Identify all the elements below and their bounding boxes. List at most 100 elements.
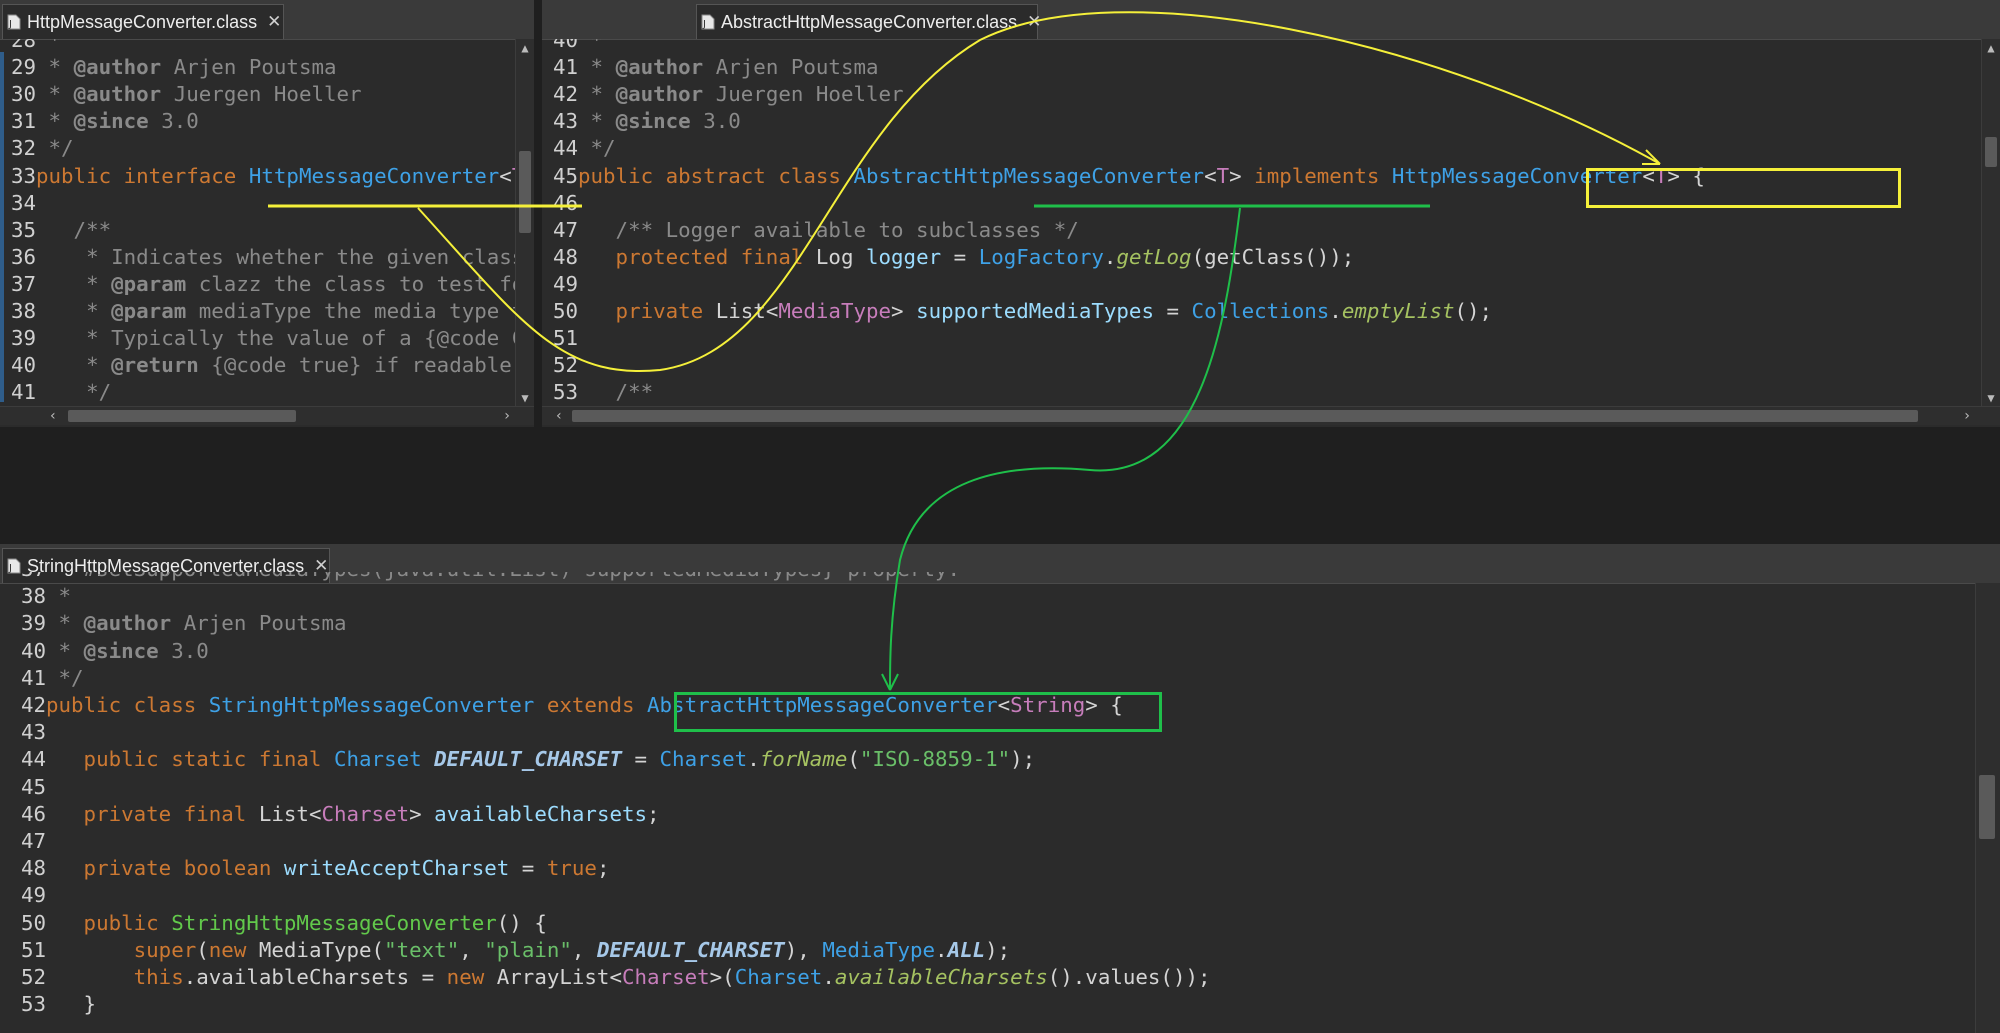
line-number: 34 xyxy=(10,190,36,215)
scrollbar-thumb[interactable] xyxy=(1979,775,1995,839)
code-line: 41 */ xyxy=(0,665,84,692)
code-token: ArrayList< xyxy=(496,965,622,989)
scroll-left-icon[interactable]: ‹ xyxy=(44,407,62,425)
horizontal-scrollbar[interactable]: ‹ › xyxy=(542,406,2000,425)
vertical-scrollbar[interactable]: ▲ ▼ xyxy=(1981,39,2000,407)
close-icon[interactable]: ✕ xyxy=(267,12,281,32)
code-token: , xyxy=(571,937,597,962)
code-editor[interactable]: 28 * 29 * @author Arjen Poutsma 30 * @auth… xyxy=(0,39,516,407)
scrollbar-thumb[interactable] xyxy=(519,151,531,233)
code-line: 52 xyxy=(542,352,578,379)
line-number: 39 xyxy=(10,326,36,351)
code-token: . xyxy=(1103,244,1117,269)
line-number: 46 xyxy=(20,801,46,826)
code-token: @since xyxy=(73,109,149,134)
code-token: Charset xyxy=(734,965,823,989)
code-token: @author xyxy=(83,611,172,636)
code-token: Log xyxy=(815,244,866,269)
highlight-box-abstract-http-message-converter xyxy=(674,692,1162,732)
scroll-right-icon[interactable]: › xyxy=(1958,407,1976,425)
vertical-scrollbar[interactable]: ▲ ▼ xyxy=(515,39,534,407)
code-token: getLog xyxy=(1116,244,1192,269)
line-number: 45 xyxy=(20,774,46,799)
scroll-down-icon[interactable]: ▼ xyxy=(1982,389,2000,407)
highlight-box-http-message-converter xyxy=(1586,168,1901,208)
line-number: 51 xyxy=(20,937,46,962)
code-token: = xyxy=(941,244,979,269)
code-token: mediaType the media type to read, xyxy=(198,299,516,323)
code-token: MediaType xyxy=(778,299,892,323)
line-number: 30 xyxy=(10,82,36,107)
code-token: @param xyxy=(111,271,187,296)
scroll-up-icon[interactable]: ▲ xyxy=(516,39,534,57)
code-token: public xyxy=(46,910,172,935)
code-token: AbstractHttpMessageConverter xyxy=(853,163,1205,188)
code-token: Juergen Hoeller xyxy=(161,82,362,107)
line-number: 42 xyxy=(552,82,578,107)
code-token: @author xyxy=(73,82,162,107)
code-token: Charset xyxy=(321,801,410,826)
scrollbar-thumb[interactable] xyxy=(572,410,1918,422)
line-number: 47 xyxy=(20,829,46,853)
code-token: 3.0 xyxy=(690,109,741,134)
code-line: 30 * @author Juergen Hoeller xyxy=(0,81,362,108)
code-editor[interactable]: 40 * 41 * @author Arjen Poutsma 42 * @auth… xyxy=(542,39,1982,407)
scrollbar-thumb[interactable] xyxy=(1985,137,1997,167)
code-token: @since xyxy=(615,109,691,134)
line-number: 48 xyxy=(552,244,578,269)
line-number: 53 xyxy=(552,380,578,405)
code-token: * xyxy=(36,353,112,378)
code-token: @since xyxy=(83,638,159,663)
code-line: 46 private final List<Charset> available… xyxy=(0,801,660,828)
scrollbar-thumb[interactable] xyxy=(68,410,296,422)
vertical-scrollbar[interactable] xyxy=(1975,583,2000,1033)
scroll-right-icon[interactable]: › xyxy=(498,407,516,425)
code-token: @return xyxy=(111,353,199,378)
scroll-up-icon[interactable]: ▲ xyxy=(1982,39,2000,57)
code-token: . xyxy=(1329,299,1342,323)
line-number: 43 xyxy=(552,109,578,134)
scroll-left-icon[interactable]: ‹ xyxy=(550,407,568,425)
code-token: * xyxy=(36,299,112,323)
code-line: 47 /** Logger available to subclasses */ xyxy=(542,217,1079,244)
line-number: 33 xyxy=(10,163,36,188)
line-number: 31 xyxy=(10,109,36,134)
code-token: T xyxy=(1216,163,1230,188)
code-token: () { xyxy=(496,910,547,935)
code-line: 39 * Typically the value of a {@code Con… xyxy=(0,325,516,352)
code-token: DEFAULT_CHARSET xyxy=(434,747,622,772)
code-token: forName xyxy=(759,747,848,772)
editor-pane-abstract-http-message-converter: J AbstractHttpMessageConverter.class ✕ 4… xyxy=(542,0,2000,427)
code-line: 37 #setSupportedMediaTypes(java.util.Lis… xyxy=(0,572,960,583)
code-token: this xyxy=(46,965,184,989)
code-line: 45 xyxy=(0,774,46,801)
code-line: 44 */ xyxy=(542,135,616,162)
code-token: private xyxy=(578,299,716,323)
code-token: Arjen Poutsma xyxy=(703,55,879,80)
code-line: 34 xyxy=(0,190,36,217)
scroll-down-icon[interactable]: ▼ xyxy=(516,389,534,407)
close-icon[interactable]: ✕ xyxy=(1027,12,1041,32)
code-token: ; xyxy=(596,856,610,881)
code-token: @author xyxy=(73,55,162,80)
code-line: 29 * @author Arjen Poutsma xyxy=(0,54,337,81)
code-token: true xyxy=(546,856,597,881)
line-number: 46 xyxy=(552,190,578,215)
line-number: 49 xyxy=(20,883,46,908)
code-line: 35 /** xyxy=(0,217,111,244)
tab-http-message-converter[interactable]: J HttpMessageConverter.class ✕ xyxy=(2,4,284,39)
line-number: 51 xyxy=(552,326,578,351)
code-token: . xyxy=(935,937,948,962)
code-token: Juergen Hoeller xyxy=(703,82,904,107)
code-line: 32 */ xyxy=(0,135,74,162)
horizontal-scrollbar[interactable]: ‹ › xyxy=(0,406,534,425)
line-number: 36 xyxy=(10,244,36,269)
tab-abstract-http-message-converter[interactable]: J AbstractHttpMessageConverter.class ✕ xyxy=(696,4,1041,39)
code-line: 48 private boolean writeAcceptCharset = … xyxy=(0,855,610,882)
code-editor[interactable]: 37 #setSupportedMediaTypes(java.util.Lis… xyxy=(0,572,1970,1033)
code-token: ); xyxy=(985,937,1011,962)
code-token: */ xyxy=(36,136,74,161)
line-number: 48 xyxy=(20,856,46,881)
code-token: ().values()); xyxy=(1047,965,1211,989)
line-number: 28 xyxy=(10,39,36,52)
